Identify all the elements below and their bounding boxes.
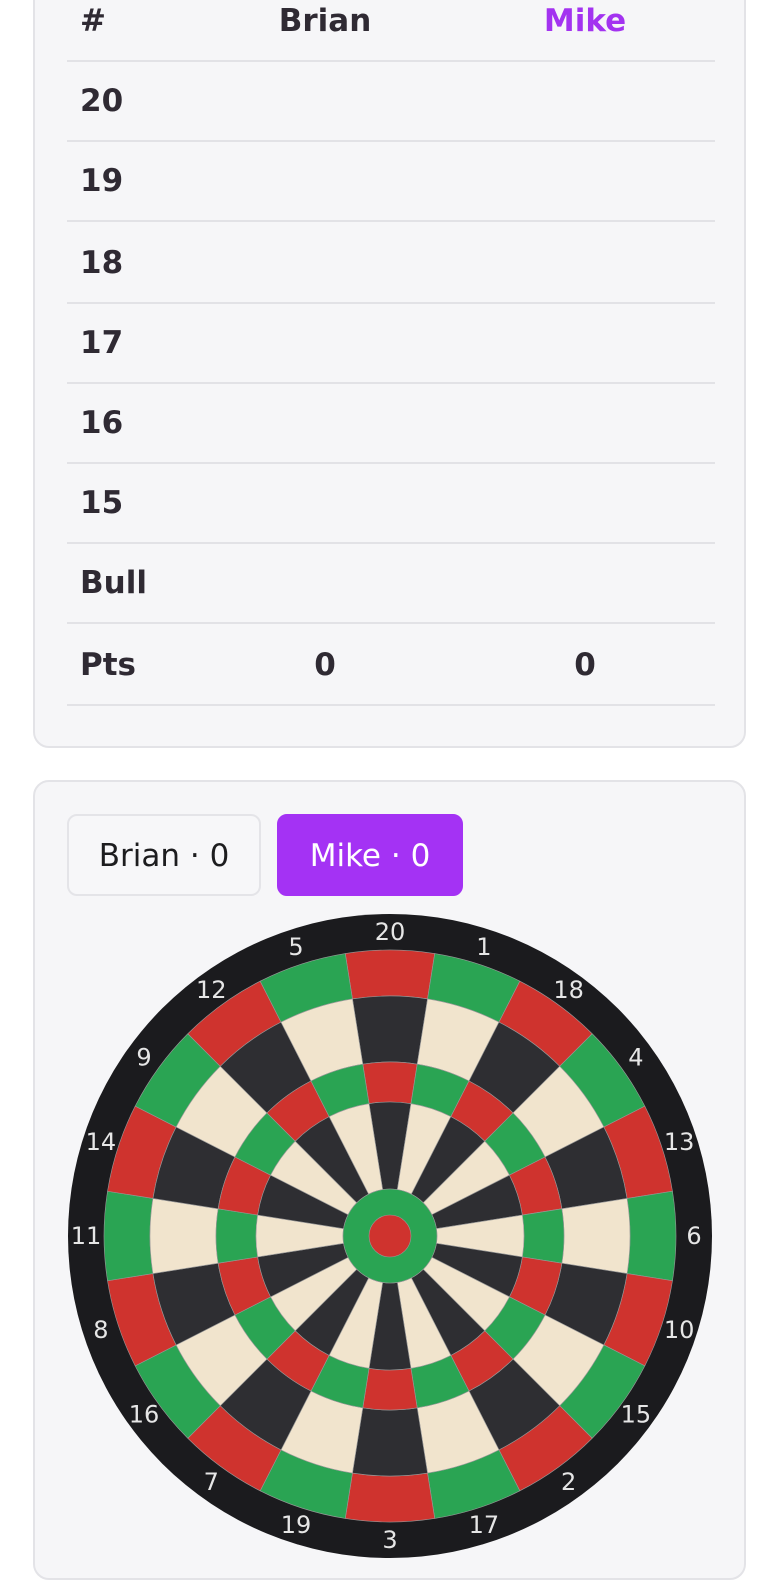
double-6[interactable] [626,1190,677,1282]
board-number-4: 4 [628,1043,643,1071]
double-20[interactable] [344,949,436,1000]
triple-11[interactable] [215,1208,258,1264]
board-number-18: 18 [553,976,584,1004]
board-number-11: 11 [71,1222,102,1250]
board-number-14: 14 [86,1128,117,1156]
board-number-6: 6 [686,1222,701,1250]
board-number-17: 17 [469,1511,500,1539]
board-number-3: 3 [382,1526,397,1554]
outer-single-3[interactable] [352,1407,428,1477]
double-3[interactable] [344,1472,436,1523]
triple-3[interactable] [362,1368,418,1411]
board-number-1: 1 [476,933,491,961]
board-number-16: 16 [129,1401,160,1429]
board-number-13: 13 [664,1128,695,1156]
triple-6[interactable] [522,1208,565,1264]
board-number-15: 15 [621,1401,652,1429]
outer-single-20[interactable] [352,995,428,1065]
outer-single-6[interactable] [561,1198,631,1274]
triple-20[interactable] [362,1061,418,1104]
board-number-19: 19 [281,1511,312,1539]
outer-single-11[interactable] [149,1198,219,1274]
board-number-5: 5 [288,933,303,961]
board-number-10: 10 [664,1316,695,1344]
board-number-12: 12 [196,976,227,1004]
board-number-8: 8 [93,1316,108,1344]
board-number-7: 7 [204,1468,219,1496]
board-number-2: 2 [561,1468,576,1496]
dartboard[interactable]: 20 1 18 4 13 6 10 15 2 17 3 19 7 16 8 11 14 9 12 5 [0,0,780,1560]
board-number-9: 9 [136,1043,151,1071]
double-11[interactable] [103,1190,154,1282]
board-number-20: 20 [375,918,406,946]
bullseye[interactable] [368,1214,412,1258]
